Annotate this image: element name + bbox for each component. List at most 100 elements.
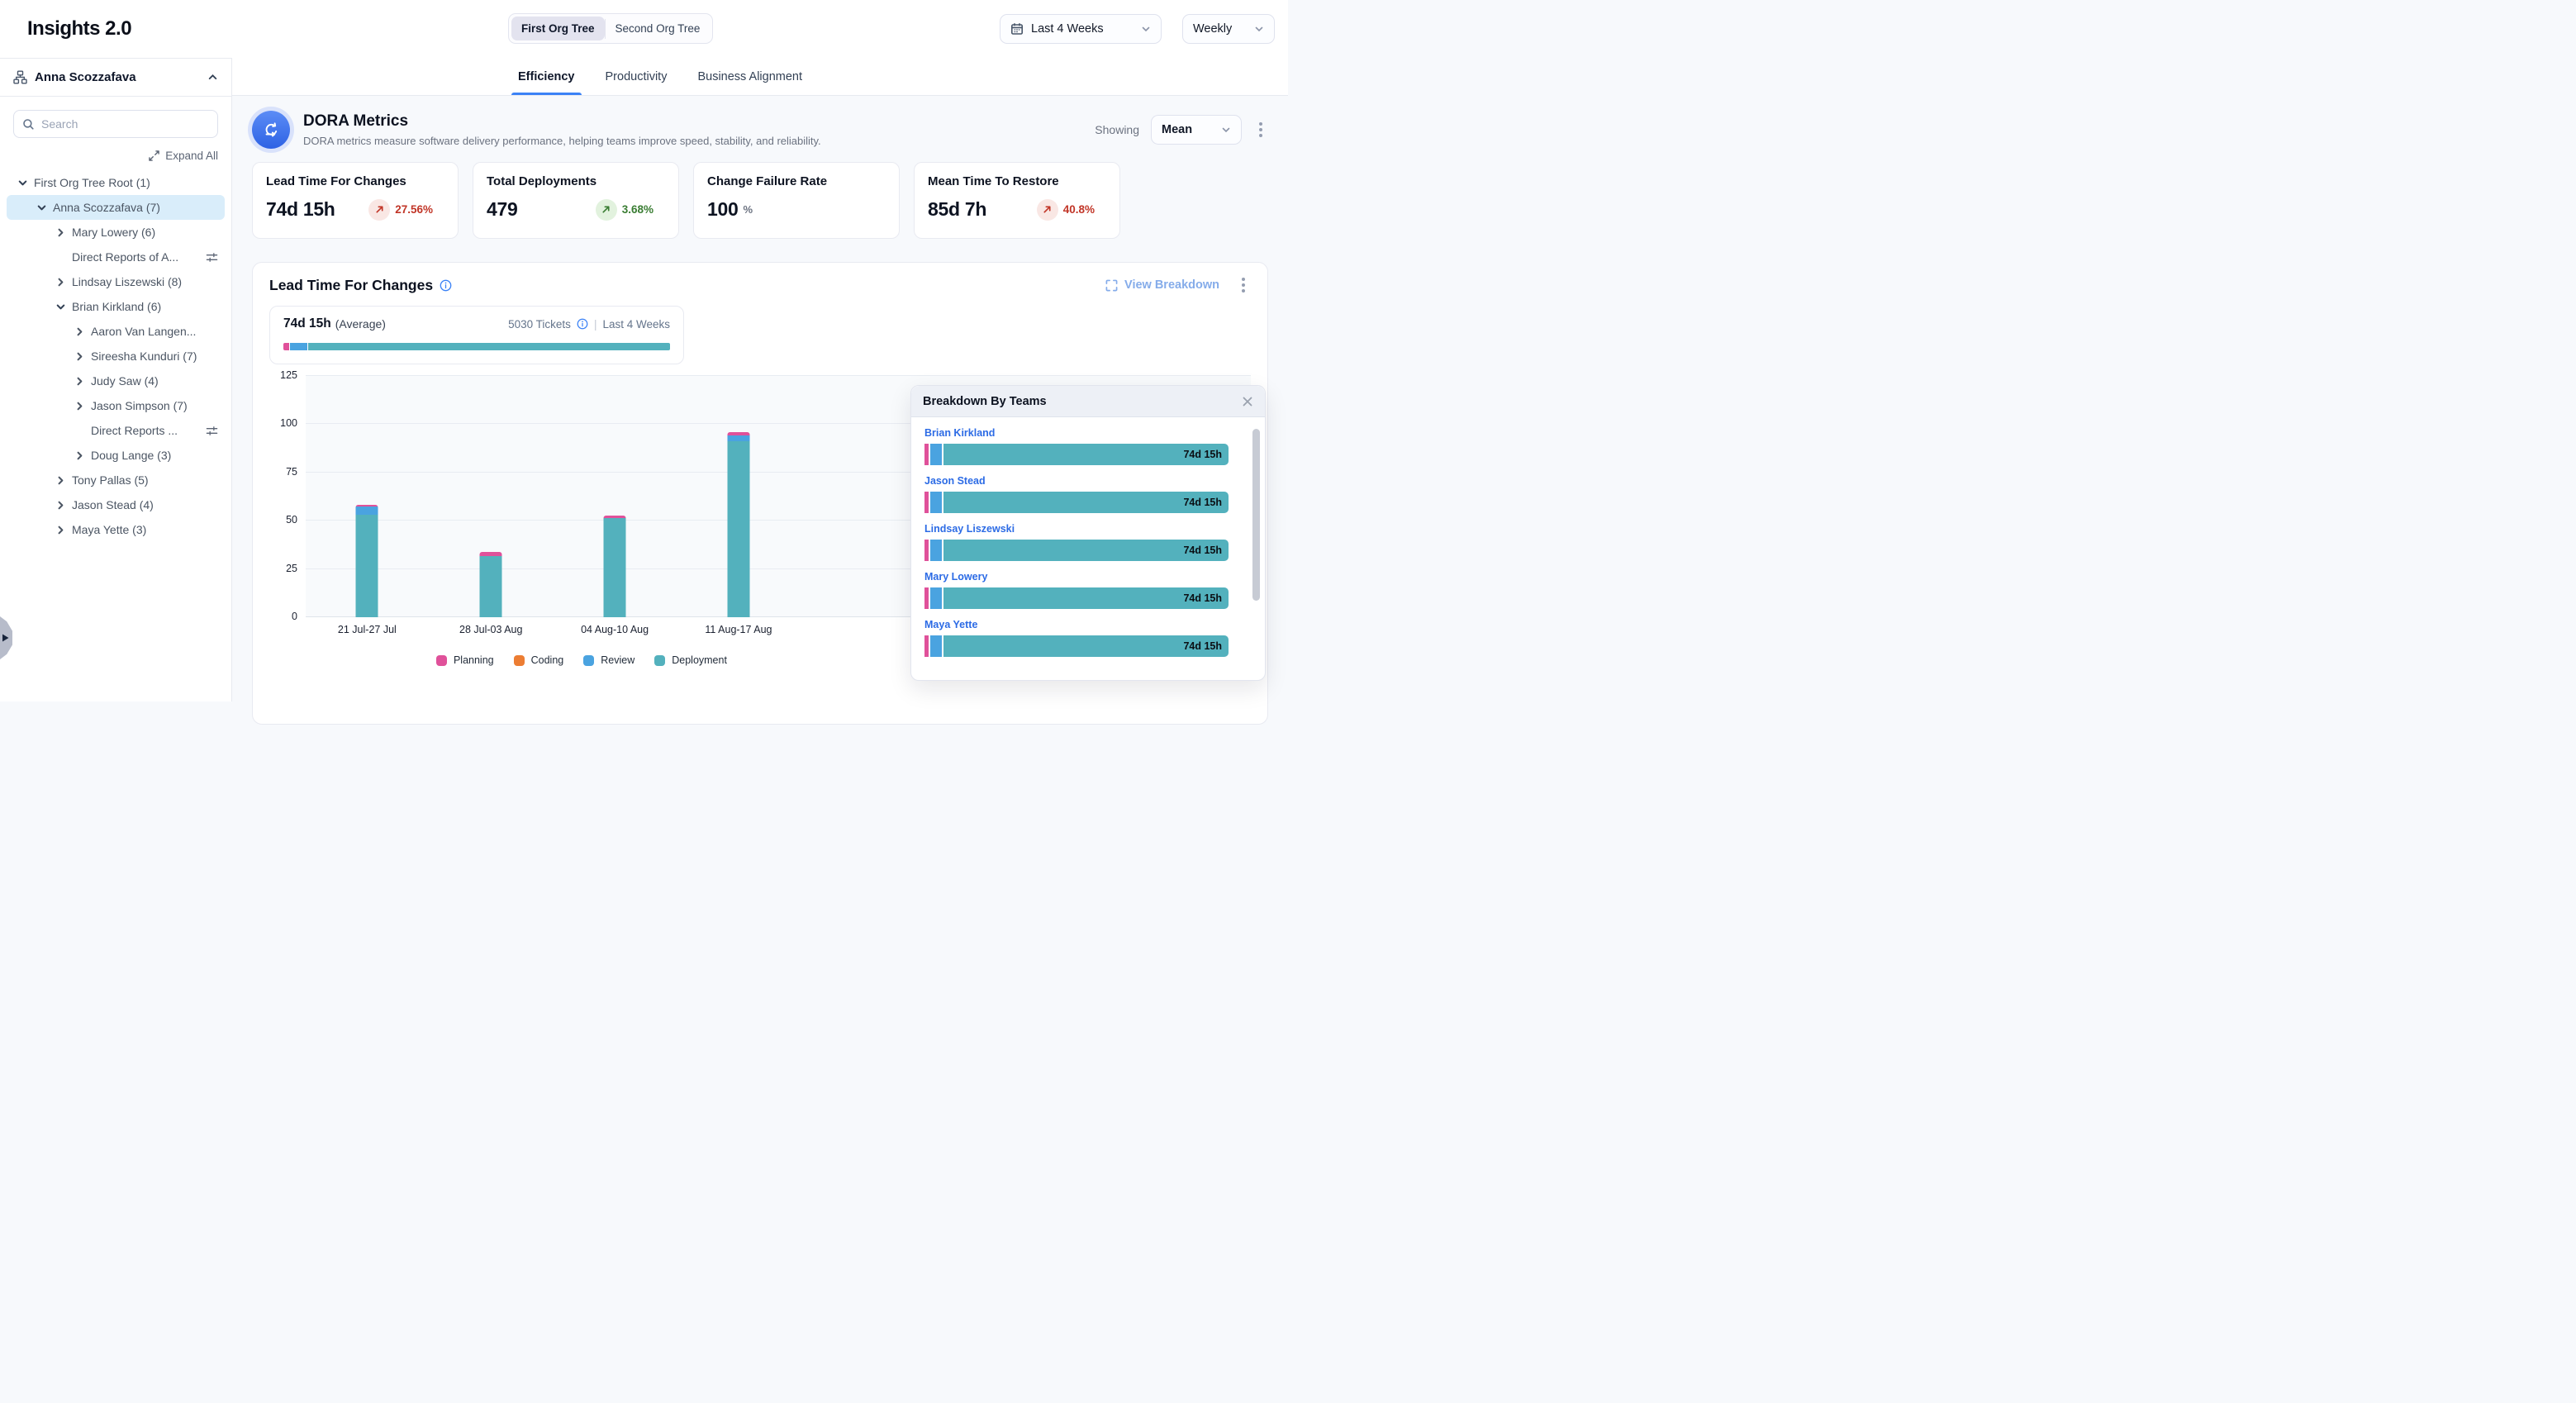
metric-card-title: Total Deployments	[487, 174, 665, 188]
period-select[interactable]: Last 4 Weeks	[1000, 14, 1162, 44]
stacked-bar-11-aug-17-aug[interactable]	[727, 432, 749, 617]
info-icon[interactable]	[577, 318, 588, 330]
stacked-bar-21-jul-27-jul[interactable]	[356, 505, 378, 617]
team-phase-bar: 74d 15h	[924, 492, 1229, 513]
metric-card-value: 100	[707, 198, 738, 221]
tree-item[interactable]: Doug Lange (3)	[7, 443, 225, 468]
filter-sliders-icon[interactable]	[206, 251, 218, 264]
team-phase-bar: 74d 15h	[924, 587, 1229, 609]
legend-item-coding[interactable]: Coding	[514, 654, 564, 666]
filter-sliders-icon[interactable]	[206, 425, 218, 437]
legend-label: Planning	[454, 654, 494, 666]
tree-chevron-icon[interactable]	[74, 350, 85, 362]
lead-time-kebab-menu-icon[interactable]	[1236, 276, 1251, 294]
sidebar-collapse-handle[interactable]	[0, 616, 12, 659]
metric-card-title: Change Failure Rate	[707, 174, 886, 188]
chevron-down-icon	[1141, 24, 1151, 34]
tree-item[interactable]: Lindsay Liszewski (8)	[7, 269, 225, 294]
team-name-link[interactable]: Lindsay Liszewski	[924, 523, 1250, 535]
team-row: Mary Lowery 74d 15h	[924, 571, 1250, 609]
tree-item[interactable]: Tony Pallas (5)	[7, 468, 225, 492]
expand-all-button[interactable]: Expand All	[13, 150, 218, 162]
tree-item-label: Sireesha Kunduri (7)	[91, 350, 197, 363]
tree-chevron-icon[interactable]	[55, 226, 66, 238]
dora-kebab-menu-icon[interactable]	[1253, 121, 1268, 139]
tree-item[interactable]: Maya Yette (3)	[7, 517, 225, 542]
legend-label: Review	[601, 654, 634, 666]
legend-item-review[interactable]: Review	[583, 654, 634, 666]
review-segment	[930, 444, 942, 465]
tree-item[interactable]: Anna Scozzafava (7)	[7, 195, 225, 220]
showing-select[interactable]: Mean	[1151, 115, 1242, 145]
legend-item-deployment[interactable]: Deployment	[654, 654, 727, 666]
tree-chevron-icon[interactable]	[55, 524, 66, 535]
tree-chevron-icon[interactable]	[74, 400, 85, 411]
view-breakdown-label: View Breakdown	[1124, 278, 1219, 292]
tree-item[interactable]: Sireesha Kunduri (7)	[7, 344, 225, 369]
tree-item[interactable]: Direct Reports of A...	[7, 245, 225, 269]
tab-business-alignment[interactable]: Business Alignment	[697, 58, 802, 95]
tree-chevron-icon[interactable]	[74, 326, 85, 337]
planning-segment	[924, 635, 929, 657]
tree-item[interactable]: Mary Lowery (6)	[7, 220, 225, 245]
tree-chevron-icon[interactable]	[55, 499, 66, 511]
org-tab-second-org-tree[interactable]: Second Org Tree	[606, 17, 711, 40]
legend-item-planning[interactable]: Planning	[436, 654, 494, 666]
tree-item[interactable]: Judy Saw (4)	[7, 369, 225, 393]
deployment-segment	[356, 515, 378, 617]
x-axis-label: 28 Jul-03 Aug	[459, 624, 522, 635]
legend-swatch	[654, 655, 665, 666]
review-segment	[727, 435, 749, 441]
chevron-down-icon	[1221, 125, 1231, 135]
tree-item[interactable]: Direct Reports ...	[7, 418, 225, 443]
tree-item[interactable]: Jason Stead (4)	[7, 492, 225, 517]
chevron-up-icon[interactable]	[207, 72, 218, 83]
view-breakdown-button[interactable]: View Breakdown	[1105, 278, 1219, 292]
metric-card-unit: %	[743, 203, 753, 216]
tree-chevron-icon[interactable]	[36, 202, 47, 213]
org-tab-first-org-tree[interactable]: First Org Tree	[511, 17, 605, 40]
team-name-link[interactable]: Jason Stead	[924, 475, 1250, 487]
tree-chevron-icon[interactable]	[17, 177, 28, 188]
search-input[interactable]	[41, 117, 209, 131]
tree-item-label: Jason Stead (4)	[72, 498, 154, 511]
tree-chevron-icon[interactable]	[74, 449, 85, 461]
metric-card-title: Lead Time For Changes	[266, 174, 444, 188]
dora-header: DORA Metrics DORA metrics measure softwa…	[252, 111, 1268, 149]
granularity-select[interactable]: Weekly	[1182, 14, 1275, 44]
trend-arrow-icon	[596, 199, 617, 221]
search-icon	[22, 118, 35, 131]
stacked-bar-04-aug-10-aug[interactable]	[604, 516, 626, 617]
tree-item[interactable]: Aaron Van Langen...	[7, 319, 225, 344]
tree-chevron-icon[interactable]	[74, 375, 85, 387]
info-icon[interactable]	[440, 279, 452, 292]
scrollbar-thumb[interactable]	[1252, 429, 1260, 601]
tree-item-label: Maya Yette (3)	[72, 523, 146, 536]
stacked-bar-28-jul-03-aug[interactable]	[480, 552, 502, 617]
tree-chevron-icon[interactable]	[55, 301, 66, 312]
tree-chevron-icon[interactable]	[55, 276, 66, 288]
tree-item-label: First Org Tree Root (1)	[34, 176, 150, 189]
tree-item[interactable]: First Org Tree Root (1)	[7, 170, 225, 195]
trend-arrow-icon	[368, 199, 390, 221]
sidebar-header[interactable]: Anna Scozzafava	[0, 59, 231, 97]
team-name-link[interactable]: Maya Yette	[924, 619, 1250, 630]
trend-percent: 40.8%	[1063, 203, 1095, 216]
deployment-segment	[727, 441, 749, 617]
tab-efficiency[interactable]: Efficiency	[518, 58, 575, 95]
tree-item-label: Anna Scozzafava (7)	[53, 201, 160, 214]
close-icon[interactable]	[1242, 396, 1253, 407]
team-name-link[interactable]: Brian Kirkland	[924, 427, 1250, 439]
tree-chevron-icon[interactable]	[55, 474, 66, 486]
view-tabs: Efficiency Productivity Business Alignment	[232, 58, 1288, 96]
tree-item[interactable]: Jason Simpson (7)	[7, 393, 225, 418]
granularity-value: Weekly	[1193, 22, 1232, 36]
team-name-link[interactable]: Mary Lowery	[924, 571, 1250, 583]
tab-productivity[interactable]: Productivity	[606, 58, 668, 95]
tree-item[interactable]: Brian Kirkland (6)	[7, 294, 225, 319]
tree-item-label: Jason Simpson (7)	[91, 399, 188, 412]
sidebar-search[interactable]	[13, 110, 218, 138]
app-title: Insights 2.0	[27, 17, 131, 40]
review-segment	[356, 507, 378, 516]
expand-arrows-icon	[149, 150, 159, 161]
